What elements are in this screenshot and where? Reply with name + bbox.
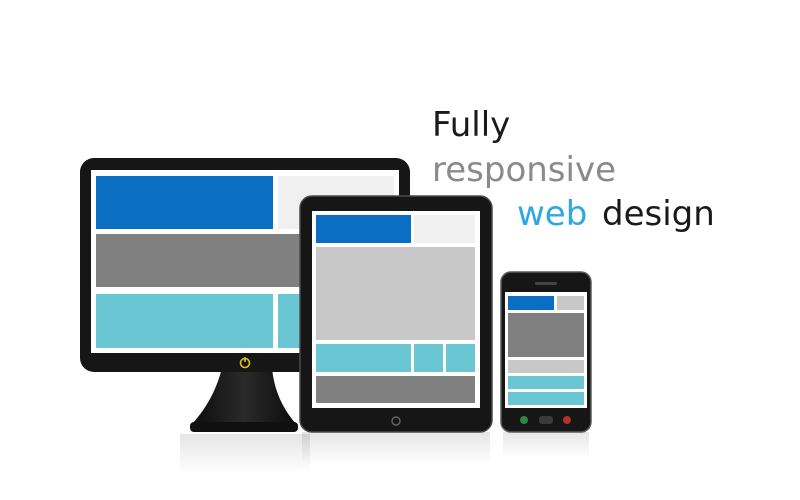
monitor-block-header	[96, 176, 273, 229]
phone-block-header	[508, 296, 554, 310]
smartphone	[500, 271, 592, 458]
phone-block-bar	[508, 360, 584, 373]
phone-earpiece	[535, 282, 557, 285]
phone-block-header-side	[557, 296, 584, 310]
end-call-icon	[563, 416, 571, 424]
tablet-block-content	[316, 247, 475, 340]
monitor-block-footer-left	[96, 294, 273, 348]
devices-graphic	[80, 158, 592, 474]
tablet-block-footer	[316, 376, 475, 403]
monitor-stand-base	[190, 422, 298, 432]
monitor-reflection	[180, 434, 310, 474]
menu-icon	[539, 416, 553, 424]
tablet	[299, 195, 493, 466]
responsive-design-illustration: Fully responsive web design	[0, 0, 800, 500]
tablet-block-header	[316, 215, 411, 243]
phone-shadow	[503, 432, 589, 458]
tablet-block-row-b	[414, 344, 443, 372]
phone-block-teal-b	[508, 392, 584, 405]
phone-block-content	[508, 313, 584, 357]
tablet-shadow	[302, 432, 490, 466]
call-icon	[520, 416, 528, 424]
tablet-block-row-a	[316, 344, 411, 372]
monitor-stand	[192, 368, 296, 424]
tablet-block-header-side	[414, 215, 475, 243]
tablet-block-row-c	[446, 344, 475, 372]
phone-block-teal-a	[508, 376, 584, 389]
